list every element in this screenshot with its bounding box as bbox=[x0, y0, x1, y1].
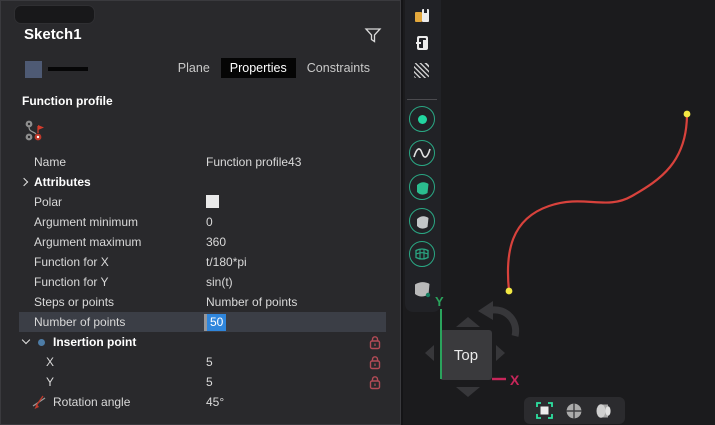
row-label: Name bbox=[34, 155, 66, 169]
row-rotation-angle[interactable]: Rotation angle 45° bbox=[1, 392, 400, 412]
row-label: X bbox=[46, 355, 54, 369]
surface-filled-glyph bbox=[414, 179, 431, 196]
tab-plane[interactable]: Plane bbox=[169, 58, 219, 78]
workspace-icon[interactable] bbox=[413, 7, 432, 24]
surface-outline-tool-icon[interactable] bbox=[409, 208, 435, 234]
viewport-nav-bar bbox=[524, 397, 625, 424]
row-label: Steps or points bbox=[34, 295, 114, 309]
row-value: Function profile43 bbox=[206, 155, 301, 169]
row-label: Polar bbox=[34, 195, 62, 209]
lock-icon[interactable] bbox=[369, 375, 381, 390]
row-label: Function for Y bbox=[34, 275, 108, 289]
row-label: Insertion point bbox=[53, 335, 136, 349]
hatch-icon[interactable] bbox=[414, 63, 429, 78]
surface-outline-glyph bbox=[414, 213, 431, 230]
row-function-for-x[interactable]: Function for X t/180*pi bbox=[1, 252, 400, 272]
row-number-of-points[interactable]: Number of points 50 bbox=[1, 312, 400, 332]
row-argument-maximum[interactable]: Argument maximum 360 bbox=[1, 232, 400, 252]
row-label: Argument maximum bbox=[34, 235, 141, 249]
line-style-preview bbox=[48, 67, 88, 71]
view-cube-top[interactable]: Top bbox=[440, 330, 492, 380]
panel-tabs: Plane Properties Constraints bbox=[169, 58, 379, 78]
property-rows: Name Function profile43 Attributes Polar… bbox=[1, 152, 400, 412]
row-label: Attributes bbox=[34, 175, 91, 189]
row-label: Function for X bbox=[34, 255, 109, 269]
chevron-right-icon[interactable] bbox=[20, 177, 28, 185]
row-label: Rotation angle bbox=[53, 395, 130, 409]
cylinder-view-icon[interactable] bbox=[594, 402, 614, 420]
chevron-down-icon[interactable] bbox=[22, 336, 30, 344]
selected-text: 50 bbox=[207, 314, 226, 331]
polar-checkbox[interactable] bbox=[206, 195, 219, 208]
sketch-properties-panel: Sketch1 Plane Properties Constraints Fun… bbox=[0, 0, 401, 425]
toolbar-divider bbox=[407, 99, 437, 100]
row-label: Y bbox=[46, 375, 54, 389]
lock-icon[interactable] bbox=[369, 335, 381, 350]
sketch-color-swatch[interactable] bbox=[25, 61, 42, 78]
orbit-sphere-icon[interactable] bbox=[565, 402, 583, 420]
function-profile-icon bbox=[24, 119, 48, 143]
row-insertion-x[interactable]: X 5 bbox=[1, 352, 400, 372]
panel-tab-handle[interactable] bbox=[14, 5, 95, 24]
app-window: Top Y X bbox=[0, 0, 715, 425]
view-cube-label: Top bbox=[454, 347, 478, 364]
tab-properties[interactable]: Properties bbox=[221, 58, 296, 78]
lock-icon[interactable] bbox=[369, 355, 381, 370]
surface-grid-glyph bbox=[413, 246, 431, 262]
rotation-angle-icon bbox=[32, 395, 47, 410]
row-name[interactable]: Name Function profile43 bbox=[1, 152, 400, 172]
sheet-icon[interactable] bbox=[412, 280, 433, 299]
row-value: 0 bbox=[206, 215, 213, 229]
row-polar[interactable]: Polar bbox=[1, 192, 400, 212]
row-value: 5 bbox=[206, 375, 213, 389]
row-label: Argument minimum bbox=[34, 215, 138, 229]
row-value: t/180*pi bbox=[206, 255, 247, 269]
row-argument-minimum[interactable]: Argument minimum 0 bbox=[1, 212, 400, 232]
row-steps-or-points[interactable]: Steps or points Number of points bbox=[1, 292, 400, 312]
row-function-for-y[interactable]: Function for Y sin(t) bbox=[1, 272, 400, 292]
row-value: sin(t) bbox=[206, 275, 233, 289]
function-curve-tool-icon[interactable] bbox=[409, 140, 435, 166]
filter-icon[interactable] bbox=[364, 27, 382, 45]
point-marker-icon bbox=[38, 339, 45, 346]
row-attributes[interactable]: Attributes bbox=[1, 172, 400, 192]
point-glyph bbox=[418, 115, 427, 124]
panel-title: Sketch1 bbox=[24, 26, 82, 43]
row-value: 45° bbox=[206, 395, 224, 409]
tab-constraints[interactable]: Constraints bbox=[298, 58, 379, 78]
sine-glyph bbox=[413, 146, 431, 160]
exit-sketch-icon[interactable] bbox=[414, 35, 430, 51]
number-of-points-input[interactable]: 50 bbox=[204, 314, 226, 331]
row-insertion-point[interactable]: Insertion point bbox=[1, 332, 400, 352]
row-value: 360 bbox=[206, 235, 226, 249]
row-value: 5 bbox=[206, 355, 213, 369]
row-label: Number of points bbox=[34, 315, 125, 329]
surface-grid-tool-icon[interactable] bbox=[409, 241, 435, 267]
row-insertion-y[interactable]: Y 5 bbox=[1, 372, 400, 392]
point-tool-icon[interactable] bbox=[409, 106, 435, 132]
fit-view-icon[interactable] bbox=[535, 401, 554, 420]
surface-filled-tool-icon[interactable] bbox=[409, 174, 435, 200]
section-title: Function profile bbox=[22, 94, 113, 108]
row-value: Number of points bbox=[206, 295, 297, 309]
